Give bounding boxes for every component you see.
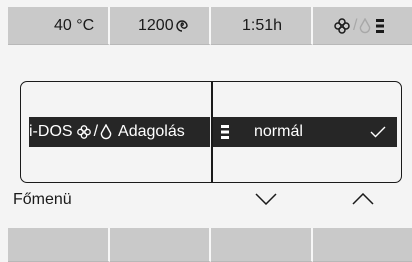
flower-icon — [76, 124, 92, 140]
dosing-menu-item[interactable]: i-DOS / Adagolás — [29, 117, 210, 147]
dosing-separator: / — [93, 123, 99, 140]
chevron-up-icon[interactable] — [352, 193, 374, 205]
drop-icon — [100, 124, 112, 140]
spin-speed-value: 1200 — [138, 17, 174, 34]
bottom-key-1[interactable] — [8, 228, 110, 262]
flower-icon — [333, 17, 351, 35]
bottom-key-4[interactable] — [312, 228, 412, 262]
additive-status: / — [333, 15, 385, 37]
appliance-display: 40 °C 1200 1:51h / i-DOS / Adagolás norm… — [0, 0, 412, 262]
checkmark-icon — [370, 126, 386, 138]
bottom-key-row — [8, 228, 412, 262]
dosage-value: normál — [254, 123, 303, 140]
dosage-value-item[interactable]: normál — [213, 117, 397, 147]
bottom-key-2[interactable] — [109, 228, 211, 262]
dosing-label: Adagolás — [118, 123, 185, 140]
spin-speed-readout: 1200 — [138, 15, 189, 37]
dosage-bars-icon — [376, 18, 385, 34]
temperature-readout: 40 °C — [54, 17, 95, 34]
dosing-prefix: i-DOS — [29, 123, 73, 140]
bottom-key-3[interactable] — [211, 228, 313, 262]
additive-separator: / — [353, 17, 358, 34]
spin-icon — [175, 19, 189, 33]
main-menu-label[interactable]: Főmenü — [13, 189, 72, 211]
time-remaining-readout: 1:51h — [242, 17, 283, 34]
chevron-down-icon[interactable] — [255, 193, 277, 205]
dosage-bars-icon — [221, 124, 229, 140]
drop-icon — [359, 18, 371, 34]
